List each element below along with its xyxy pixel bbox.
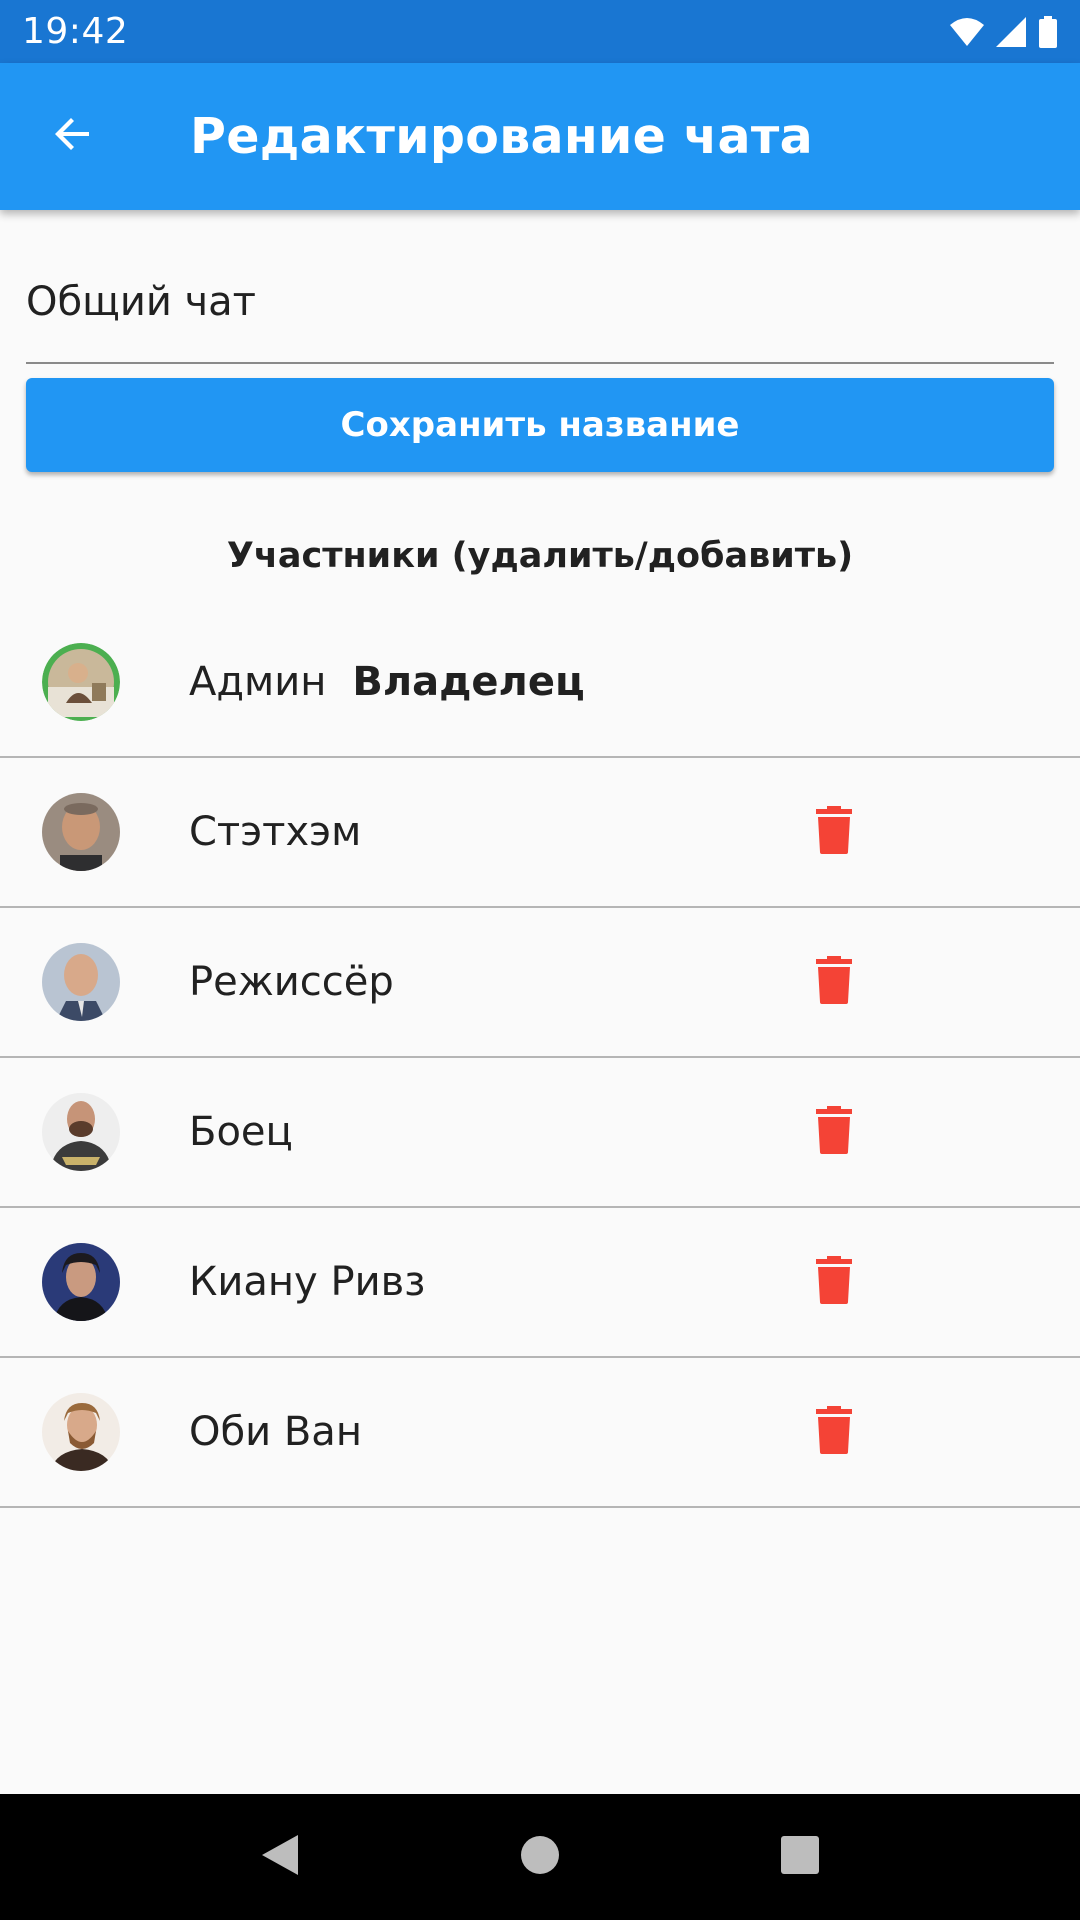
system-nav-bar [0, 1794, 1080, 1920]
status-bar: 19:42 [0, 0, 1080, 63]
save-name-button[interactable]: Сохранить название [26, 378, 1054, 472]
members-list: Админ Владелец Стэтхэм Режиссёр Боец Киа… [0, 608, 1080, 1508]
member-name: Админ Владелец [189, 659, 585, 705]
nav-recents-button[interactable] [760, 1817, 840, 1897]
recents-square-icon [780, 1835, 820, 1880]
member-name: Стэтхэм [189, 809, 362, 855]
member-row[interactable]: Режиссёр [0, 908, 1080, 1058]
wifi-icon [950, 17, 984, 47]
delete-member-button[interactable] [794, 1092, 874, 1172]
member-row[interactable]: Киану Ривз [0, 1208, 1080, 1358]
back-triangle-icon [260, 1833, 300, 1882]
member-name: Режиссёр [189, 959, 394, 1005]
trash-icon [814, 1405, 854, 1459]
trash-icon [814, 1255, 854, 1309]
owner-badge: Владелец [352, 659, 585, 705]
avatar [42, 1393, 120, 1471]
member-row[interactable]: Боец [0, 1058, 1080, 1208]
member-name-text: Админ [189, 659, 327, 705]
trash-icon [814, 805, 854, 859]
member-row[interactable]: Админ Владелец [0, 608, 1080, 758]
avatar [42, 643, 120, 721]
avatar [42, 793, 120, 871]
chat-name-field [26, 250, 1054, 364]
app-bar: Редактирование чата [0, 63, 1080, 210]
member-row[interactable]: Оби Ван [0, 1358, 1080, 1508]
member-row[interactable]: Стэтхэм [0, 758, 1080, 908]
nav-back-button[interactable] [240, 1817, 320, 1897]
nav-home-button[interactable] [500, 1817, 580, 1897]
member-name: Боец [189, 1109, 293, 1155]
delete-member-button[interactable] [794, 1392, 874, 1472]
avatar [42, 1243, 120, 1321]
arrow-back-icon [49, 110, 97, 163]
trash-icon [814, 955, 854, 1009]
delete-member-button[interactable] [794, 942, 874, 1022]
avatar [42, 1093, 120, 1171]
delete-member-button[interactable] [794, 1242, 874, 1322]
battery-icon [1038, 15, 1058, 48]
back-button[interactable] [26, 90, 120, 184]
status-icons [950, 15, 1058, 48]
avatar [42, 943, 120, 1021]
member-name: Оби Ван [189, 1409, 362, 1455]
signal-icon [996, 16, 1026, 47]
chat-name-input[interactable] [26, 250, 1054, 344]
trash-icon [814, 1105, 854, 1159]
members-section-title: Участники (удалить/добавить) [226, 536, 854, 576]
page-title: Редактирование чата [190, 108, 813, 165]
status-time: 19:42 [22, 11, 129, 52]
delete-member-button[interactable] [794, 792, 874, 872]
screen: 19:42 Редактирование чата Сохр [0, 0, 1080, 1920]
member-name: Киану Ривз [189, 1259, 426, 1305]
home-circle-icon [520, 1835, 560, 1880]
